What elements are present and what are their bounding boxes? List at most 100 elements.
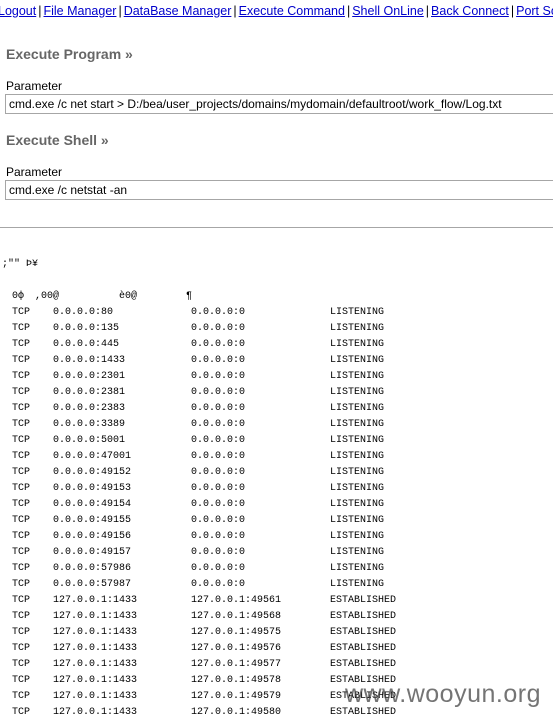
output-cell: 0.0.0.0:445 bbox=[53, 339, 120, 350]
program-parameter-input[interactable] bbox=[5, 94, 553, 114]
output-cell: TCP bbox=[12, 707, 31, 718]
output-cell: LISTENING bbox=[330, 467, 385, 478]
output-cell: LISTENING bbox=[330, 563, 385, 574]
output-cell: 0.0.0.0:0 bbox=[191, 531, 246, 542]
nav-shell-online[interactable]: Shell OnLine bbox=[352, 4, 424, 18]
output-cell: ESTABLISHED bbox=[330, 611, 397, 622]
output-cell: 127.0.0.1:49576 bbox=[191, 643, 282, 654]
output-cell: TCP bbox=[12, 435, 31, 446]
nav-database-manager[interactable]: DataBase Manager bbox=[124, 4, 232, 18]
output-cell: 0.0.0.0:0 bbox=[191, 387, 246, 398]
output-cell: 127.0.0.1:49578 bbox=[191, 675, 282, 686]
output-cell: TCP bbox=[12, 371, 31, 382]
divider bbox=[0, 227, 553, 228]
output-row: TCP 0.0.0.0:47001 0.0.0.0:0 LISTENING bbox=[0, 451, 553, 467]
output-cell: 0.0.0.0:1433 bbox=[53, 355, 126, 366]
output-cell: TCP bbox=[12, 547, 31, 558]
output-cell: TCP bbox=[12, 611, 31, 622]
output-cell: 0.0.0.0:0 bbox=[191, 403, 246, 414]
output-cell: TCP bbox=[12, 659, 31, 670]
output-row: TCP 0.0.0.0:445 0.0.0.0:0 LISTENING bbox=[0, 339, 553, 355]
output-cell: TCP bbox=[12, 515, 31, 526]
output-header-text: è0@ bbox=[119, 291, 138, 302]
output-row: TCP 127.0.0.1:1433 127.0.0.1:49561 ESTABLIS… bbox=[0, 595, 553, 611]
output-row: TCP 0.0.0.0:49154 0.0.0.0:0 LISTENING bbox=[0, 499, 553, 515]
output-cell: ESTABLISHED bbox=[330, 643, 397, 654]
output-cell: LISTENING bbox=[330, 435, 385, 446]
output-cell: 0.0.0.0:0 bbox=[191, 371, 246, 382]
output-cell: LISTENING bbox=[330, 419, 385, 430]
program-parameter-label: Parameter bbox=[6, 79, 63, 93]
nav-logout[interactable]: Logout bbox=[0, 4, 36, 18]
output-cell: 0.0.0.0:0 bbox=[191, 499, 246, 510]
output-garbled-line: ;"" Þ¥ bbox=[2, 259, 39, 270]
output-cell: 0.0.0.0:49156 bbox=[53, 531, 132, 542]
output-cell: 0.0.0.0:47001 bbox=[53, 451, 132, 462]
output-cell: TCP bbox=[12, 355, 31, 366]
output-cell: 0.0.0.0:2301 bbox=[53, 371, 126, 382]
nav-file-manager[interactable]: File Manager bbox=[43, 4, 116, 18]
output-row: TCP 0.0.0.0:2383 0.0.0.0:0 LISTENING bbox=[0, 403, 553, 419]
output-cell: TCP bbox=[12, 323, 31, 334]
nav-separator: | bbox=[425, 4, 430, 18]
output-cell: 0.0.0.0:80 bbox=[53, 307, 114, 318]
output-cell: TCP bbox=[12, 339, 31, 350]
output-cell: ESTABLISHED bbox=[330, 627, 397, 638]
output-cell: 127.0.0.1:49575 bbox=[191, 627, 282, 638]
output-cell: 0.0.0.0:0 bbox=[191, 435, 246, 446]
output-cell: 0.0.0.0:3389 bbox=[53, 419, 126, 430]
output-row: TCP 0.0.0.0:49156 0.0.0.0:0 LISTENING bbox=[0, 531, 553, 547]
output-row: TCP 0.0.0.0:2301 0.0.0.0:0 LISTENING bbox=[0, 371, 553, 387]
output-cell: 0.0.0.0:49154 bbox=[53, 499, 132, 510]
output-cell: 0.0.0.0:0 bbox=[191, 451, 246, 462]
output-cell: ESTABLISHED bbox=[330, 595, 397, 606]
output-row: TCP 0.0.0.0:1433 0.0.0.0:0 LISTENING bbox=[0, 355, 553, 371]
output-row: TCP 0.0.0.0:57986 0.0.0.0:0 LISTENING bbox=[0, 563, 553, 579]
output-cell: TCP bbox=[12, 531, 31, 542]
output-cell: 0.0.0.0:0 bbox=[191, 563, 246, 574]
output-cell: TCP bbox=[12, 643, 31, 654]
output-cell: TCP bbox=[12, 499, 31, 510]
output-cell: 0.0.0.0:135 bbox=[53, 323, 120, 334]
output-cell: TCP bbox=[12, 691, 31, 702]
output-cell: TCP bbox=[12, 675, 31, 686]
output-cell: 0.0.0.0:0 bbox=[191, 339, 246, 350]
output-cell: LISTENING bbox=[330, 387, 385, 398]
output-cell: 0.0.0.0:2383 bbox=[53, 403, 126, 414]
output-row: TCP 127.0.0.1:1433 127.0.0.1:49580 ESTABLIS… bbox=[0, 707, 553, 723]
output-cell: LISTENING bbox=[330, 579, 385, 590]
nav-execute-command[interactable]: Execute Command bbox=[239, 4, 345, 18]
nav-back-connect[interactable]: Back Connect bbox=[431, 4, 509, 18]
output-cell: 0.0.0.0:0 bbox=[191, 323, 246, 334]
output-cell: TCP bbox=[12, 467, 31, 478]
output-row: TCP 0.0.0.0:49155 0.0.0.0:0 LISTENING bbox=[0, 515, 553, 531]
output-cell: 127.0.0.1:1433 bbox=[53, 659, 138, 670]
output-cell: 127.0.0.1:49577 bbox=[191, 659, 282, 670]
output-row: TCP 0.0.0.0:2381 0.0.0.0:0 LISTENING bbox=[0, 387, 553, 403]
output-cell: LISTENING bbox=[330, 307, 385, 318]
output-header-text: ¶ bbox=[186, 291, 193, 302]
output-cell: LISTENING bbox=[330, 323, 385, 334]
shell-parameter-input[interactable] bbox=[5, 180, 553, 200]
output-cell: LISTENING bbox=[330, 451, 385, 462]
output-cell: 0.0.0.0:5001 bbox=[53, 435, 126, 446]
output-row: TCP 0.0.0.0:57987 0.0.0.0:0 LISTENING bbox=[0, 579, 553, 595]
output-cell: LISTENING bbox=[330, 499, 385, 510]
top-nav: Logout | File Manager | DataBase Manager | Exe… bbox=[0, 4, 553, 18]
output-row: TCP 0.0.0.0:5001 0.0.0.0:0 LISTENING bbox=[0, 435, 553, 451]
output-cell: TCP bbox=[12, 419, 31, 430]
output-cell: TCP bbox=[12, 483, 31, 494]
output-cell: LISTENING bbox=[330, 339, 385, 350]
output-cell: ESTABLISHED bbox=[330, 659, 397, 670]
nav-port-scan[interactable]: Port Sc bbox=[516, 4, 553, 18]
output-cell: LISTENING bbox=[330, 403, 385, 414]
output-cell: 0.0.0.0:0 bbox=[191, 467, 246, 478]
output-cell: TCP bbox=[12, 307, 31, 318]
output-header-text: ,00@ bbox=[35, 291, 60, 302]
output-cell: TCP bbox=[12, 627, 31, 638]
output-cell: 0.0.0.0:49157 bbox=[53, 547, 132, 558]
output-cell: 127.0.0.1:1433 bbox=[53, 643, 138, 654]
output-cell: 127.0.0.1:49579 bbox=[191, 691, 282, 702]
output-cell: 127.0.0.1:1433 bbox=[53, 707, 138, 718]
output-row: TCP 127.0.0.1:1433 127.0.0.1:49577 ESTABLIS… bbox=[0, 659, 553, 675]
